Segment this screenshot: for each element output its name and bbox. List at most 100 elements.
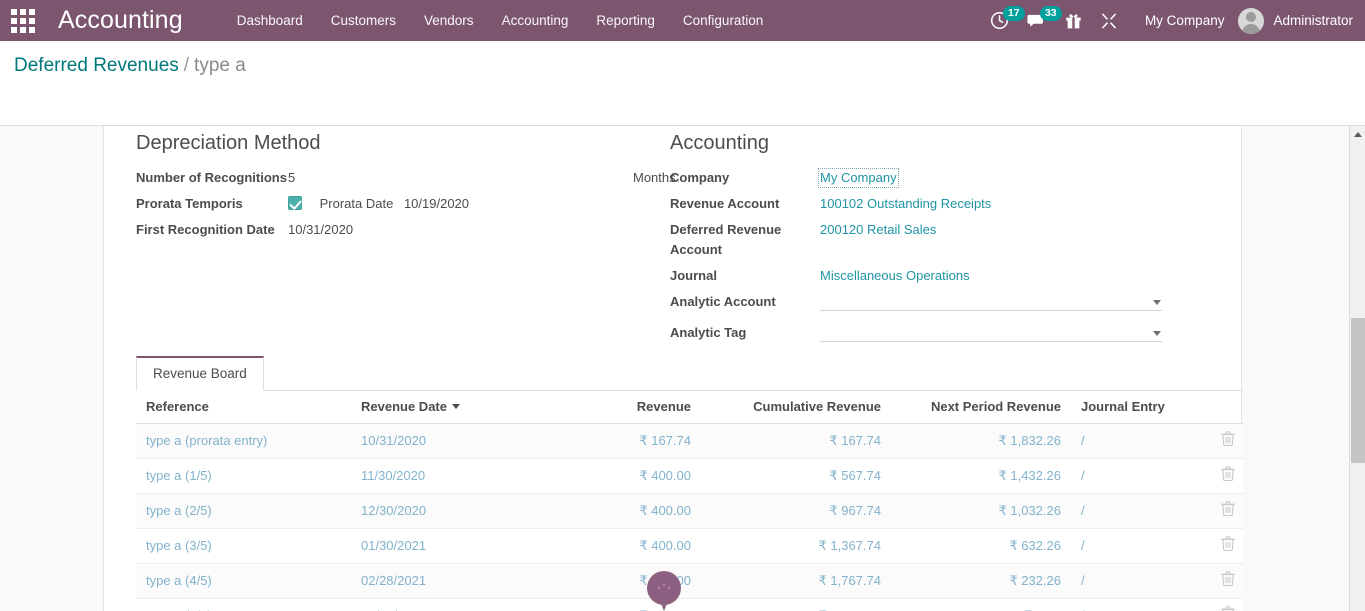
- user-menu-button[interactable]: Administrator: [1238, 8, 1353, 34]
- cell-revenue[interactable]: ₹ 400.00: [581, 459, 701, 494]
- menu-item-accounting[interactable]: Accounting: [488, 0, 583, 41]
- current-company-label[interactable]: My Company: [1145, 13, 1225, 28]
- table-row[interactable]: type a (3/5)01/30/2021₹ 400.00₹ 1,367.74…: [136, 529, 1243, 564]
- menu-item-dashboard[interactable]: Dashboard: [223, 0, 317, 41]
- notebook: Revenue Board Reference Revenue Date Rev…: [136, 358, 1243, 611]
- menu-item-customers[interactable]: Customers: [317, 0, 410, 41]
- gift-menu-button[interactable]: [1065, 0, 1082, 41]
- field-row-prorata-temporis: Prorata Temporis Prorata Date 10/19/2020: [136, 191, 666, 217]
- table-row[interactable]: type a (2/5)12/30/2020₹ 400.00₹ 967.74₹ …: [136, 494, 1243, 529]
- column-header-journal-entry[interactable]: Journal Entry: [1071, 391, 1211, 424]
- cell-revenue-date[interactable]: 02/28/2021: [351, 564, 581, 599]
- value-first-recognition-date[interactable]: 10/31/2020: [288, 217, 666, 243]
- label-deferred-revenue-account: Deferred Revenue Account: [670, 217, 820, 263]
- scrollbar-up-button[interactable]: [1350, 126, 1365, 142]
- cell-revenue[interactable]: ₹ 400.00: [581, 529, 701, 564]
- field-row-number-of-recognitions: Number of Recognitions 5 Months: [136, 165, 666, 191]
- delete-row-button[interactable]: [1221, 501, 1235, 520]
- column-header-reference[interactable]: Reference: [136, 391, 351, 424]
- cell-revenue[interactable]: ₹ 400.00: [581, 564, 701, 599]
- vertical-scrollbar[interactable]: [1349, 126, 1365, 611]
- cell-next-period-revenue[interactable]: ₹ 632.26: [891, 529, 1071, 564]
- column-header-revenue-date[interactable]: Revenue Date: [351, 391, 581, 424]
- cell-cumulative-revenue[interactable]: ₹ 567.74: [701, 459, 891, 494]
- label-first-recognition-date: First Recognition Date: [136, 217, 288, 243]
- cell-cumulative-revenue[interactable]: ₹ 967.74: [701, 494, 891, 529]
- cell-reference[interactable]: type a (3/5): [136, 529, 351, 564]
- table-row[interactable]: type a (4/5)02/28/2021₹ 400.00₹ 1,767.74…: [136, 564, 1243, 599]
- analytic-account-input[interactable]: [820, 292, 1162, 311]
- cell-journal-entry[interactable]: /: [1071, 529, 1211, 564]
- scrollbar-thumb[interactable]: [1351, 318, 1365, 463]
- cell-delete-action[interactable]: [1211, 459, 1243, 494]
- prorata-temporis-checkbox[interactable]: [288, 196, 302, 210]
- label-prorata-date: Prorata Date: [320, 196, 394, 211]
- cell-journal-entry[interactable]: /: [1071, 459, 1211, 494]
- column-header-cumulative-revenue[interactable]: Cumulative Revenue: [701, 391, 891, 424]
- cell-cumulative-revenue[interactable]: ₹ 2,000.00: [701, 599, 891, 611]
- delete-row-button[interactable]: [1221, 571, 1235, 590]
- tab-revenue-board[interactable]: Revenue Board: [136, 356, 264, 391]
- cell-cumulative-revenue[interactable]: ₹ 167.74: [701, 424, 891, 459]
- analytic-tag-input[interactable]: [820, 323, 1162, 342]
- tools-menu-button[interactable]: [1100, 0, 1118, 41]
- table-row[interactable]: type a (prorata entry)10/31/2020₹ 167.74…: [136, 424, 1243, 459]
- menu-item-reporting[interactable]: Reporting: [582, 0, 669, 41]
- value-revenue-account[interactable]: 100102 Outstanding Receipts: [820, 196, 991, 211]
- breadcrumb-root-link[interactable]: Deferred Revenues: [14, 55, 179, 76]
- value-deferred-revenue-account[interactable]: 200120 Retail Sales: [820, 222, 936, 237]
- cell-delete-action[interactable]: [1211, 564, 1243, 599]
- cell-revenue-date[interactable]: 12/30/2020: [351, 494, 581, 529]
- delete-row-button[interactable]: [1221, 431, 1235, 450]
- cell-journal-entry[interactable]: /: [1071, 494, 1211, 529]
- cell-next-period-revenue[interactable]: ₹ 0.00: [891, 599, 1071, 611]
- cell-revenue-date[interactable]: 10/31/2020: [351, 424, 581, 459]
- value-journal[interactable]: Miscellaneous Operations: [820, 268, 970, 283]
- column-header-next-period-revenue[interactable]: Next Period Revenue: [891, 391, 1071, 424]
- messages-menu-button[interactable]: 33: [1027, 0, 1047, 41]
- group-title-depreciation: Depreciation Method: [136, 132, 666, 155]
- cell-next-period-revenue[interactable]: ₹ 232.26: [891, 564, 1071, 599]
- cell-delete-action[interactable]: [1211, 529, 1243, 564]
- cell-next-period-revenue[interactable]: ₹ 1,432.26: [891, 459, 1071, 494]
- value-prorata-date[interactable]: 10/19/2020: [404, 196, 469, 211]
- menu-item-vendors[interactable]: Vendors: [410, 0, 488, 41]
- cell-next-period-revenue[interactable]: ₹ 1,832.26: [891, 424, 1071, 459]
- cell-revenue[interactable]: ₹ 232.26: [581, 599, 701, 611]
- delete-row-button[interactable]: [1221, 466, 1235, 485]
- cell-revenue-date[interactable]: 03/28/2021: [351, 599, 581, 611]
- cell-reference[interactable]: type a (5/5): [136, 599, 351, 611]
- cell-revenue[interactable]: ₹ 167.74: [581, 424, 701, 459]
- cell-journal-entry[interactable]: /: [1071, 599, 1211, 611]
- table-row[interactable]: type a (5/5)03/28/2021₹ 232.26₹ 2,000.00…: [136, 599, 1243, 611]
- value-company[interactable]: My Company: [818, 168, 899, 188]
- cell-reference[interactable]: type a (1/5): [136, 459, 351, 494]
- depreciation-fields: Number of Recognitions 5 Months Prorata …: [136, 165, 666, 243]
- cell-revenue-date[interactable]: 11/30/2020: [351, 459, 581, 494]
- apps-menu-button[interactable]: [0, 0, 46, 41]
- cell-cumulative-revenue[interactable]: ₹ 1,367.74: [701, 529, 891, 564]
- cell-revenue[interactable]: ₹ 400.00: [581, 494, 701, 529]
- value-number-of-recognitions[interactable]: 5: [288, 170, 295, 185]
- field-row-analytic-account: Analytic Account: [670, 289, 1210, 320]
- cell-delete-action[interactable]: [1211, 424, 1243, 459]
- group-depreciation-method: Depreciation Method Number of Recognitio…: [136, 132, 666, 243]
- cell-reference[interactable]: type a (2/5): [136, 494, 351, 529]
- revenue-board-table: Reference Revenue Date Revenue Cumulativ…: [136, 391, 1243, 611]
- delete-row-button[interactable]: [1221, 606, 1235, 611]
- cell-journal-entry[interactable]: /: [1071, 424, 1211, 459]
- app-brand-title[interactable]: Accounting: [58, 0, 183, 41]
- cell-next-period-revenue[interactable]: ₹ 1,032.26: [891, 494, 1071, 529]
- menu-item-configuration[interactable]: Configuration: [669, 0, 777, 41]
- cell-delete-action[interactable]: [1211, 599, 1243, 611]
- delete-row-button[interactable]: [1221, 536, 1235, 555]
- cell-journal-entry[interactable]: /: [1071, 564, 1211, 599]
- activities-menu-button[interactable]: 17: [990, 0, 1009, 41]
- cell-reference[interactable]: type a (prorata entry): [136, 424, 351, 459]
- cell-reference[interactable]: type a (4/5): [136, 564, 351, 599]
- cell-revenue-date[interactable]: 01/30/2021: [351, 529, 581, 564]
- cell-cumulative-revenue[interactable]: ₹ 1,767.74: [701, 564, 891, 599]
- column-header-revenue[interactable]: Revenue: [581, 391, 701, 424]
- table-row[interactable]: type a (1/5)11/30/2020₹ 400.00₹ 567.74₹ …: [136, 459, 1243, 494]
- cell-delete-action[interactable]: [1211, 494, 1243, 529]
